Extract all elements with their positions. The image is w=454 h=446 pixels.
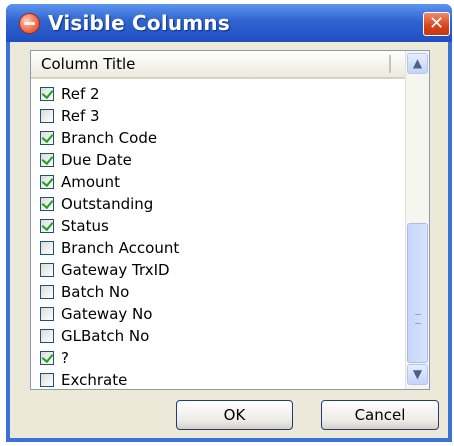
checkbox[interactable] — [40, 285, 54, 299]
list-item[interactable]: Branch Code — [31, 128, 405, 150]
checkbox[interactable] — [40, 219, 54, 233]
list-item[interactable]: ? — [31, 348, 405, 370]
list-item-label: Ref 3 — [61, 107, 100, 125]
list-item-label: Due Date — [61, 151, 132, 169]
scroll-down-button[interactable]: ▼ — [407, 364, 428, 385]
list-item[interactable]: Amount — [31, 172, 405, 194]
checkbox[interactable] — [40, 109, 54, 123]
checkbox[interactable] — [40, 263, 54, 277]
list-item[interactable]: Gateway TrxID — [31, 260, 405, 282]
list-item-label: Branch Code — [61, 129, 158, 147]
visible-columns-dialog: Visible Columns ✕ Column Title Ref 2 Ref… — [6, 4, 452, 442]
list-item-label: Gateway No — [61, 305, 153, 323]
list-item-label: Ref 2 — [61, 85, 100, 103]
list-item-label: Branch Account — [61, 239, 180, 257]
cancel-button[interactable]: Cancel — [321, 400, 439, 430]
list-item[interactable]: Ref 3 — [31, 106, 405, 128]
checkbox[interactable] — [40, 351, 54, 365]
list-item[interactable]: Gateway No — [31, 304, 405, 326]
list-item[interactable]: Due Date — [31, 150, 405, 172]
column-rows: Ref 2 Ref 3 Branch Code Due Date Amount … — [31, 84, 405, 389]
list-item-label: Status — [61, 217, 109, 235]
column-title-header[interactable]: Column Title — [31, 51, 405, 79]
header-divider — [389, 55, 391, 73]
dialog-body: Column Title Ref 2 Ref 3 Branch Code Due… — [10, 42, 448, 438]
checkbox[interactable] — [40, 373, 54, 387]
close-button[interactable]: ✕ — [423, 12, 450, 36]
list-item[interactable]: Branch Account — [31, 238, 405, 260]
checkbox[interactable] — [40, 307, 54, 321]
list-item[interactable]: Outstanding — [31, 194, 405, 216]
ok-button[interactable]: OK — [176, 400, 293, 430]
chevron-up-icon: ▲ — [412, 56, 423, 70]
list-item-label: Exchrate — [61, 371, 128, 389]
checkbox[interactable] — [40, 87, 54, 101]
grip-icon — [415, 314, 421, 324]
list-item[interactable]: GLBatch No — [31, 326, 405, 348]
checkbox[interactable] — [40, 329, 54, 343]
checkbox[interactable] — [40, 131, 54, 145]
list-item-label: GLBatch No — [61, 327, 150, 345]
list-item-label: Outstanding — [61, 195, 154, 213]
list-item-label: Gateway TrxID — [61, 261, 170, 279]
column-title-header-label: Column Title — [41, 55, 136, 73]
checkbox[interactable] — [40, 241, 54, 255]
list-item[interactable]: Batch No — [31, 282, 405, 304]
column-list: Column Title Ref 2 Ref 3 Branch Code Due… — [30, 50, 430, 390]
list-item-label: Amount — [61, 173, 120, 191]
scroll-up-button[interactable]: ▲ — [407, 53, 428, 74]
checkbox[interactable] — [40, 153, 54, 167]
vertical-scrollbar[interactable]: ▲ ▼ — [405, 51, 429, 389]
dialog-title: Visible Columns — [48, 11, 230, 35]
app-icon — [19, 13, 40, 34]
list-item-label: ? — [61, 349, 69, 367]
list-item[interactable]: Status — [31, 216, 405, 238]
scroll-thumb[interactable] — [407, 223, 428, 363]
title-bar[interactable]: Visible Columns ✕ — [6, 4, 452, 42]
checkbox[interactable] — [40, 197, 54, 211]
list-item-label: Batch No — [61, 283, 130, 301]
chevron-down-icon: ▼ — [412, 367, 423, 381]
list-item[interactable]: Exchrate — [31, 370, 405, 389]
checkbox[interactable] — [40, 175, 54, 189]
list-item[interactable]: Ref 2 — [31, 84, 405, 106]
